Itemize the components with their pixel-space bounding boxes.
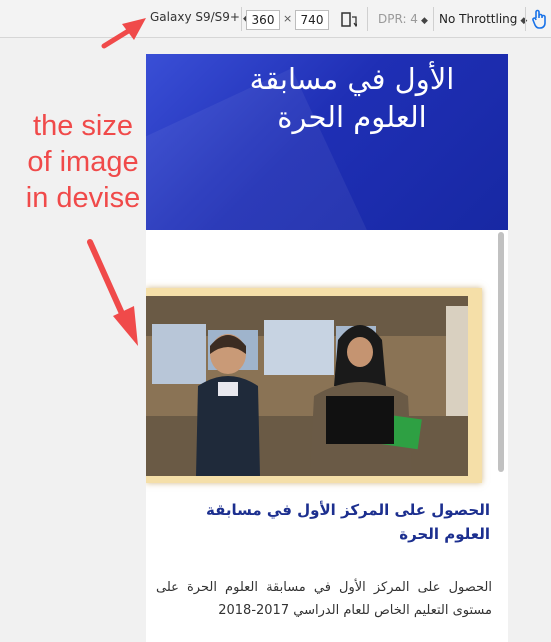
- post-body: الحصول على المركز الأول في مسابقة العلوم…: [156, 580, 492, 618]
- scrollbar[interactable]: [498, 232, 504, 472]
- chevron-updown-icon: ◆: [420, 16, 428, 26]
- post-image-frame: [146, 288, 482, 483]
- dpr-label: DPR: 4: [378, 12, 418, 26]
- device-toolbar: Galaxy S9/S9+◆ 360 × 740 DPR: 4◆ No Thro…: [0, 0, 551, 38]
- chevron-updown-icon: ◆: [520, 16, 528, 26]
- device-viewport: الأول في مسابقة العلوم الحرة الحصول على …: [146, 54, 508, 642]
- hero-title: الأول في مسابقة العلوم الحرة: [249, 62, 455, 134]
- divider: [241, 7, 242, 31]
- width-input[interactable]: 360: [246, 10, 280, 30]
- height-input[interactable]: 740: [295, 10, 329, 30]
- touch-icon[interactable]: [529, 8, 549, 30]
- rotate-icon[interactable]: [341, 11, 357, 29]
- hero-banner: الأول في مسابقة العلوم الحرة: [146, 54, 508, 230]
- dpr-select[interactable]: DPR: 4 ◆: [378, 12, 428, 26]
- arrow-icon: [87, 239, 138, 346]
- divider: [525, 7, 526, 31]
- times-label: ×: [283, 12, 293, 25]
- annotation-text: the size of image in devise: [25, 110, 141, 214]
- post-image[interactable]: [146, 296, 468, 476]
- photo-illustration: [146, 296, 468, 476]
- post-title[interactable]: الحصول على المركز الأول في مسابقة العلوم…: [156, 498, 490, 546]
- throttling-label: No Throttling: [439, 12, 518, 26]
- divider: [433, 7, 434, 31]
- throttling-select[interactable]: No Throttling ◆: [439, 12, 527, 26]
- device-select[interactable]: Galaxy S9/S9+◆: [150, 10, 250, 24]
- device-select-label: Galaxy S9/S9+: [150, 10, 240, 24]
- divider: [367, 7, 368, 31]
